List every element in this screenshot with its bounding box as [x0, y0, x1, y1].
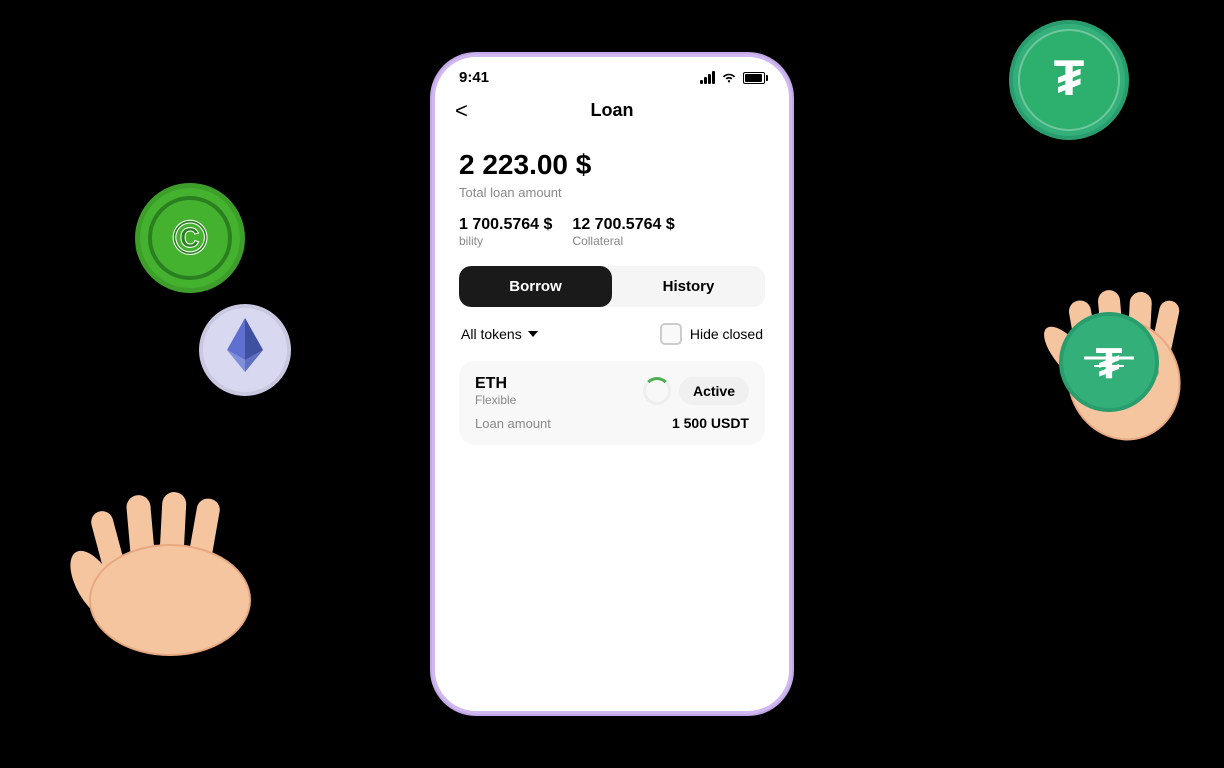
signal-icon: [700, 71, 715, 84]
svg-text:₮: ₮: [1096, 339, 1123, 388]
status-icons: [700, 70, 765, 86]
loan-detail-label: Loan amount: [475, 416, 551, 431]
phone-frame: 9:41: [432, 54, 792, 714]
total-loan-label: Total loan amount: [459, 185, 765, 200]
page-title: Loan: [591, 100, 634, 121]
scene: 9:41: [0, 0, 1224, 768]
tether-coin-top: ₮: [1004, 20, 1134, 150]
tab-borrow[interactable]: Borrow: [459, 266, 612, 307]
collateral-stat: 12 700.5764 $ Collateral: [572, 216, 674, 248]
borrowability-value: 1 700.5764 $: [459, 216, 552, 234]
tab-history[interactable]: History: [612, 266, 765, 307]
status-time: 9:41: [459, 69, 489, 86]
tether-coin-mid: ₮: [1054, 310, 1164, 420]
loan-card: ETH Flexible Active Loan amount 1 500 US…: [459, 361, 765, 445]
hide-closed-toggle[interactable]: Hide closed: [660, 323, 763, 345]
status-badge: Active: [679, 377, 749, 405]
token-filter-dropdown[interactable]: All tokens: [461, 326, 538, 342]
eth-coin: [195, 300, 295, 400]
phone-content: 2 223.00 $ Total loan amount 1 700.5764 …: [435, 133, 789, 445]
token-name: ETH: [475, 375, 516, 393]
wifi-icon: [721, 70, 737, 86]
svg-text:©: ©: [172, 212, 207, 265]
hand-left: [40, 400, 290, 700]
battery-icon: [743, 72, 765, 84]
chevron-down-icon: [528, 331, 538, 337]
loan-card-header: ETH Flexible Active: [475, 375, 749, 407]
status-area: Active: [643, 377, 749, 405]
back-button[interactable]: <: [455, 98, 468, 124]
loan-detail-row: Loan amount 1 500 USDT: [475, 415, 749, 431]
tabs-row: Borrow History: [459, 266, 765, 307]
svg-text:₮: ₮: [1054, 50, 1085, 106]
collateral-value: 12 700.5764 $: [572, 216, 674, 234]
status-bar: 9:41: [435, 57, 789, 92]
circle-coin-left: ©: [130, 180, 250, 300]
borrowability-stat: 1 700.5764 $ bility: [459, 216, 552, 248]
token-type: Flexible: [475, 393, 516, 407]
loading-spinner-icon: [643, 377, 671, 405]
token-filter-label: All tokens: [461, 326, 522, 342]
filter-row: All tokens Hide closed: [459, 323, 765, 345]
checkbox-icon[interactable]: [660, 323, 682, 345]
collateral-label: Collateral: [572, 234, 674, 248]
loan-detail-value: 1 500 USDT: [672, 415, 749, 431]
app-header: < Loan: [435, 92, 789, 133]
total-loan-amount: 2 223.00 $: [459, 149, 765, 181]
stats-row: 1 700.5764 $ bility 12 700.5764 $ Collat…: [459, 216, 765, 248]
hide-closed-label: Hide closed: [690, 326, 763, 342]
borrowability-label: bility: [459, 234, 552, 248]
token-info: ETH Flexible: [475, 375, 516, 407]
